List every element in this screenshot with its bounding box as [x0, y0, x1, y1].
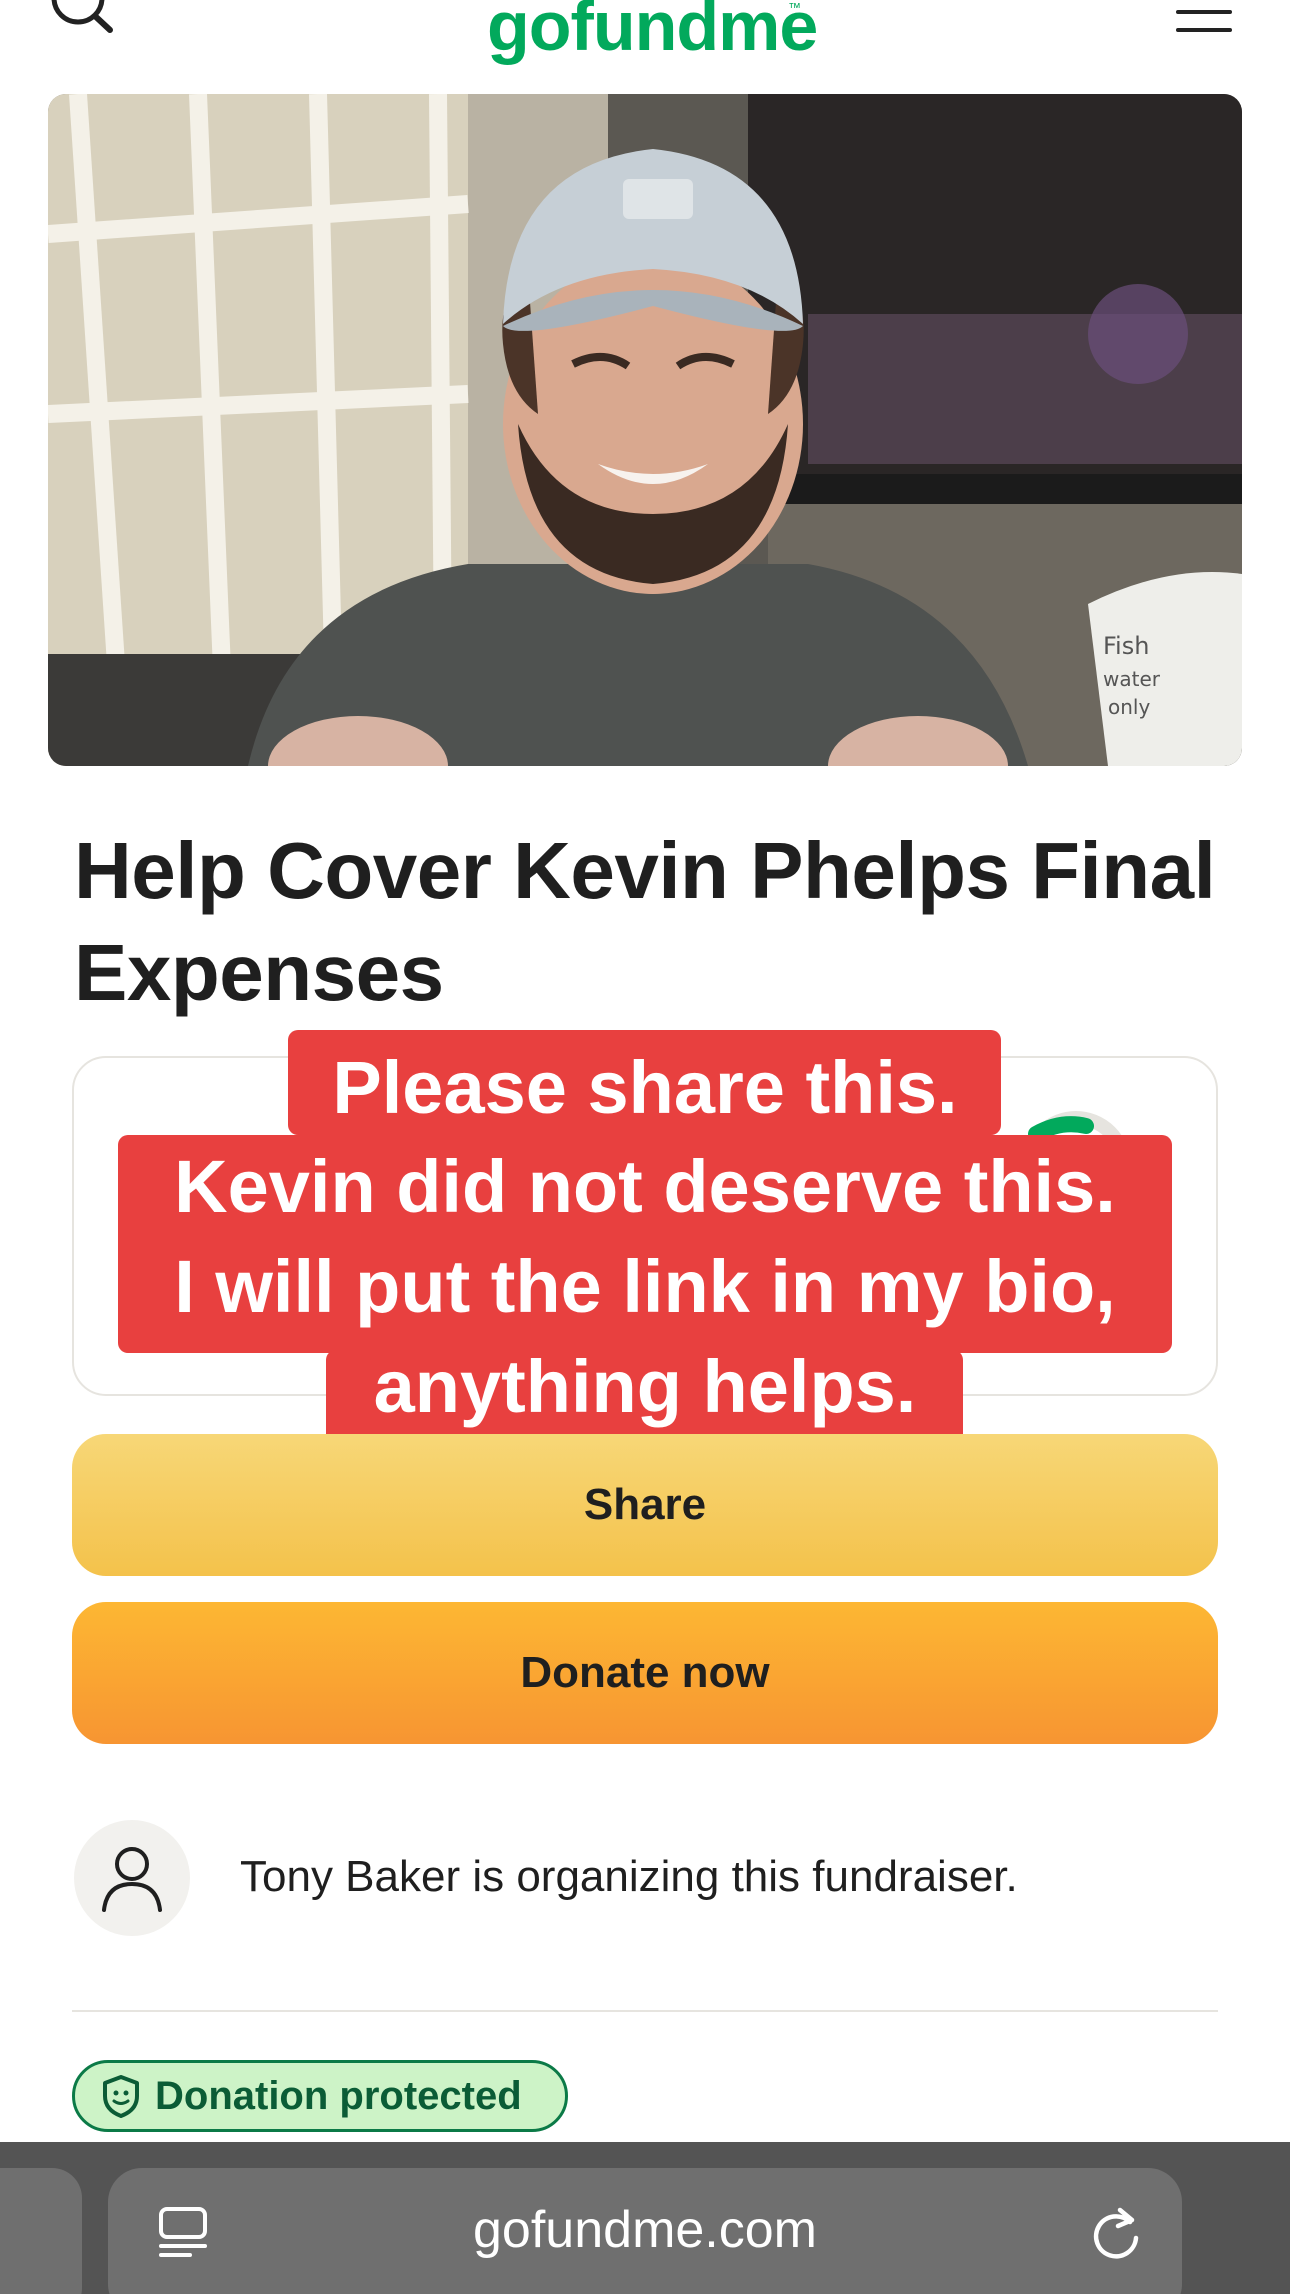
donate-button-label: Donate now	[520, 1648, 770, 1697]
campaign-photo: Fish water only	[48, 94, 1242, 766]
trademark-symbol: ™	[788, 0, 801, 15]
person-icon	[102, 1847, 162, 1912]
donation-protected-badge[interactable]: Donation protected	[72, 2060, 568, 2132]
menu-icon[interactable]	[1176, 10, 1232, 32]
top-nav: gofundme ™	[0, 0, 1290, 80]
bucket-text-1: Fish	[1103, 632, 1149, 660]
badge-label: Donation protected	[155, 2073, 522, 2118]
caption-line-3: I will put the link in my bio,	[174, 1245, 1116, 1328]
caption-line-2: Kevin did not deserve this.	[174, 1145, 1116, 1228]
organizer-text: Tony Baker is organizing this fundraiser…	[240, 1852, 1018, 1901]
campaign-title: Help Cover Kevin Phelps Final Expenses	[74, 826, 1216, 1017]
gofundme-logo[interactable]: gofundme	[487, 0, 818, 66]
bucket-text-2: water	[1103, 667, 1161, 691]
share-button-label: Share	[583, 1480, 707, 1529]
gofundme-page: gofundme ™ Fish water only Help Cover Ke…	[0, 0, 1290, 2294]
search-icon[interactable]	[46, 0, 118, 44]
caption-line-1: Please share this.	[332, 1046, 958, 1129]
caption-line-4: anything helps.	[373, 1345, 917, 1428]
share-button[interactable]: Share	[72, 1434, 1218, 1576]
bucket-text-3: only	[1108, 695, 1150, 719]
divider	[72, 2010, 1218, 2012]
reload-icon[interactable]	[1090, 2204, 1142, 2260]
shield-icon	[103, 2075, 139, 2118]
avatar	[74, 1820, 190, 1936]
url-text[interactable]: gofundme.com	[108, 2200, 1182, 2260]
previous-tab[interactable]	[0, 2168, 82, 2294]
donate-now-button[interactable]: Donate now	[72, 1602, 1218, 1744]
